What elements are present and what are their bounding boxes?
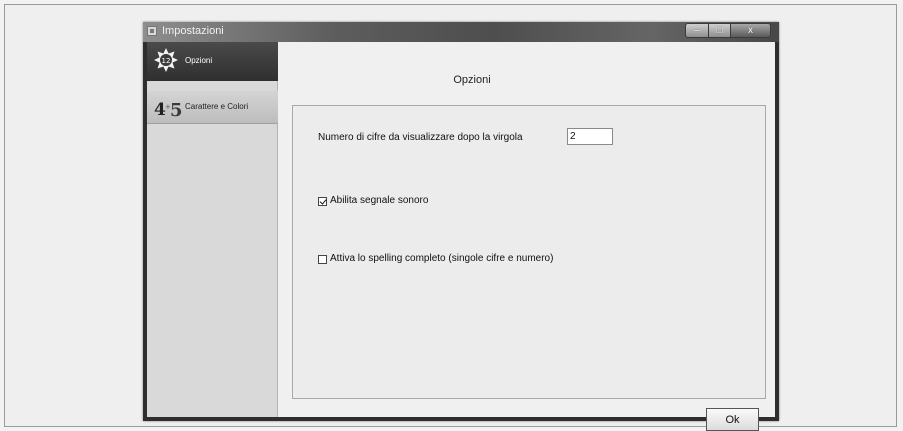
- spelling-checkbox[interactable]: [318, 255, 327, 264]
- sound-checkbox[interactable]: [318, 197, 327, 206]
- svg-text:5: 5: [170, 100, 182, 120]
- sidebar-item-opzioni[interactable]: 12 Opzioni: [147, 42, 278, 81]
- options-group-box: Numero di cifre da visualizzare dopo la …: [292, 105, 766, 399]
- sidebar-item-label: Carattere e Colori: [185, 102, 249, 111]
- ok-button[interactable]: Ok: [706, 408, 759, 431]
- decimals-input[interactable]: [567, 128, 613, 145]
- window-title: Impostazioni: [162, 25, 224, 37]
- app-icon: [147, 26, 157, 36]
- settings-icon: 12: [154, 48, 178, 72]
- settings-window: Impostazioni – □ x 12 Opzioni 4 + 5 Cara…: [143, 22, 779, 431]
- sound-checkbox-label[interactable]: Abilita segnale sonoro: [330, 195, 428, 206]
- close-icon: x: [748, 25, 753, 36]
- maximize-button[interactable]: □: [709, 23, 731, 38]
- title-bar[interactable]: Impostazioni – □ x: [143, 22, 779, 42]
- font-numbers-icon: 4 + 5: [154, 100, 182, 120]
- maximize-icon: □: [716, 25, 723, 36]
- sidebar: 12 Opzioni 4 + 5 Carattere e Colori: [147, 42, 278, 417]
- section-title: Opzioni: [453, 74, 491, 86]
- decimals-label: Numero di cifre da visualizzare dopo la …: [318, 132, 523, 143]
- spelling-checkbox-label[interactable]: Attiva lo spelling completo (singole cif…: [330, 253, 553, 264]
- sidebar-item-label: Opzioni: [185, 56, 213, 65]
- close-button[interactable]: x: [731, 23, 771, 38]
- caption-buttons: – □ x: [685, 23, 771, 38]
- sidebar-item-carattere-e-colori[interactable]: 4 + 5 Carattere e Colori: [147, 91, 278, 124]
- minimize-icon: –: [694, 25, 700, 36]
- minimize-button[interactable]: –: [685, 23, 709, 38]
- window-client-area: 12 Opzioni 4 + 5 Carattere e Colori Opzi…: [147, 42, 775, 431]
- svg-text:12: 12: [162, 57, 171, 65]
